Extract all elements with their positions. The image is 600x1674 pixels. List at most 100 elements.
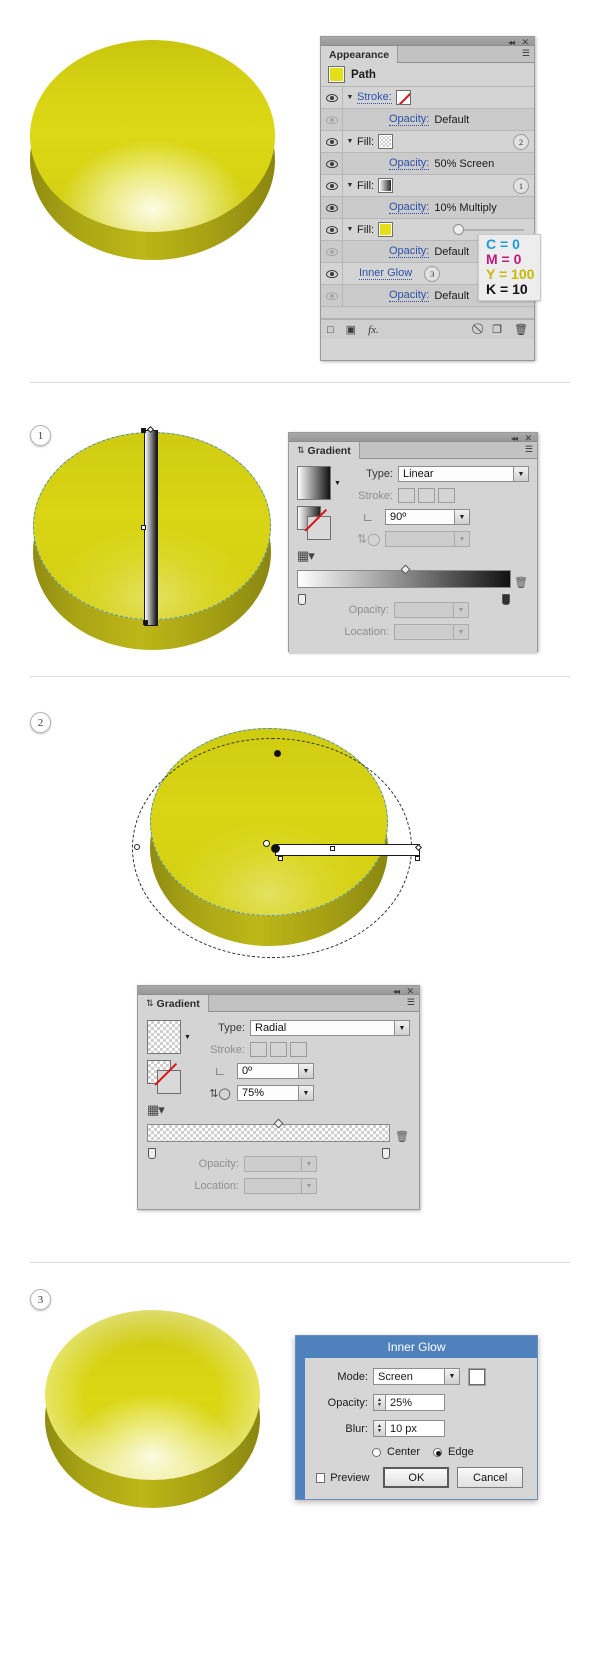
- appearance-panel[interactable]: ◂◂ ✕ Appearance ☰ Path ▼ Stroke: Opacity…: [320, 36, 535, 361]
- visibility-toggle-inner-glow[interactable]: [321, 263, 343, 284]
- add-new-effect-icon[interactable]: fx.: [368, 324, 379, 336]
- gradient-slider[interactable]: 🗑: [297, 564, 529, 605]
- radial-focus-handle[interactable]: [263, 840, 270, 847]
- type-select[interactable]: Linear: [398, 466, 514, 482]
- visibility-toggle-fill-1[interactable]: [321, 175, 343, 196]
- appearance-row-fill-2-opacity[interactable]: Opacity: 50% Screen: [321, 153, 534, 175]
- opacity-slider-track[interactable]: [458, 229, 524, 231]
- panel-tab-bar[interactable]: Appearance ☰: [321, 46, 534, 63]
- type-dropdown-arrow[interactable]: ▼: [395, 1020, 410, 1036]
- gradient-slider[interactable]: 🗑: [147, 1118, 410, 1159]
- gradient-annotator-bar[interactable]: [144, 430, 158, 626]
- stroke-label[interactable]: Stroke:: [357, 91, 392, 104]
- stroke-proxy[interactable]: [307, 516, 331, 540]
- opacity-label[interactable]: Opacity:: [389, 245, 430, 258]
- gradient-origin-handle[interactable]: [141, 428, 146, 433]
- angle-dropdown-arrow[interactable]: ▼: [455, 509, 470, 525]
- panel-grip[interactable]: ◂◂ ✕: [138, 986, 419, 996]
- angle-dropdown-arrow[interactable]: ▼: [299, 1063, 314, 1079]
- disclosure-triangle-fill-1[interactable]: ▼: [343, 182, 357, 189]
- gradient-start-handle[interactable]: [143, 620, 148, 625]
- fill-1-swatch[interactable]: [378, 178, 394, 193]
- add-new-fill-icon[interactable]: ▣: [346, 323, 356, 336]
- opacity-input[interactable]: 25%: [385, 1394, 445, 1411]
- appearance-row-fill-2[interactable]: ▼ Fill: 2: [321, 131, 534, 153]
- aspect-input[interactable]: 75%: [237, 1085, 299, 1101]
- chevron-down-icon[interactable]: ▼: [334, 480, 341, 487]
- mode-row[interactable]: Mode: Screen ▼: [316, 1368, 523, 1385]
- type-dropdown-arrow[interactable]: ▼: [514, 466, 529, 482]
- appearance-header-path[interactable]: Path: [321, 63, 534, 87]
- gradient-aspect-row[interactable]: ⇅◯ 75% ▼: [209, 1085, 410, 1101]
- glow-color-swatch[interactable]: [469, 1368, 485, 1385]
- inner-glow-label[interactable]: Inner Glow: [359, 267, 413, 280]
- stroke-type-across-icon[interactable]: [290, 1042, 307, 1057]
- angle-input[interactable]: 0º: [237, 1063, 299, 1079]
- gradient-angle-row[interactable]: ∟ 0º ▼: [209, 1063, 410, 1079]
- mode-select[interactable]: Screen: [373, 1368, 445, 1385]
- radial-left-handle[interactable]: [134, 844, 140, 850]
- gradient-preview-thumbnail[interactable]: [147, 1020, 181, 1054]
- disclosure-triangle-fill-2[interactable]: ▼: [343, 138, 357, 145]
- delete-item-icon[interactable]: 🗑: [514, 323, 528, 336]
- gradient-panel-radial[interactable]: ◂◂ ✕ ⇅ Gradient ☰ ▼ ▦▾ Type: Radial ▼ St…: [137, 985, 420, 1210]
- stroke-type-within-icon[interactable]: [398, 488, 415, 503]
- opacity-label[interactable]: Opacity:: [389, 113, 430, 126]
- radial-midpoint-handle[interactable]: [330, 846, 335, 851]
- aspect-dropdown-arrow[interactable]: ▼: [299, 1085, 314, 1101]
- gradient-stop-start[interactable]: [298, 594, 306, 605]
- appearance-row-fill-1[interactable]: ▼ Fill: 1: [321, 175, 534, 197]
- stroke-proxy[interactable]: [157, 1070, 181, 1094]
- gradient-body[interactable]: ▼ ▦▾ Type: Linear ▼ Stroke: ∟ 90º ▼ ⇅◯ ▼…: [289, 459, 537, 654]
- add-new-stroke-icon[interactable]: □: [327, 324, 334, 336]
- visibility-toggle-fill-2[interactable]: [321, 131, 343, 152]
- opacity-label[interactable]: Opacity:: [389, 289, 430, 302]
- opacity-label[interactable]: Opacity:: [389, 157, 430, 170]
- blur-input[interactable]: 10 px: [385, 1420, 445, 1437]
- stroke-swatch-none[interactable]: [395, 90, 411, 105]
- disclosure-triangle-fill-base[interactable]: ▼: [343, 226, 357, 233]
- stepper-down-icon[interactable]: ▼: [377, 1428, 382, 1434]
- visibility-toggle-stroke-opacity[interactable]: [321, 109, 343, 130]
- dialog-actions[interactable]: Preview OK Cancel: [316, 1467, 523, 1488]
- delete-stop-icon[interactable]: 🗑: [395, 1130, 409, 1143]
- chevron-down-icon[interactable]: ▼: [184, 1034, 191, 1041]
- dialog-body[interactable]: Mode: Screen ▼ Opacity: ▲ ▼ 25% Blur: ▲ ▼ …: [296, 1358, 537, 1500]
- gradient-type-row[interactable]: Type: Radial ▼: [209, 1020, 410, 1036]
- stroke-type-within-icon[interactable]: [250, 1042, 267, 1057]
- fill-stroke-proxy[interactable]: [297, 506, 339, 542]
- tab-gradient[interactable]: ⇅ Gradient: [289, 442, 360, 459]
- panel-tab-bar[interactable]: ⇅ Gradient ☰: [289, 442, 537, 459]
- panel-menu-icon[interactable]: ☰: [522, 49, 530, 58]
- opacity-row[interactable]: Opacity: ▲ ▼ 25%: [316, 1394, 523, 1411]
- mode-dropdown-arrow[interactable]: ▼: [445, 1368, 460, 1385]
- edge-radio[interactable]: [433, 1447, 443, 1457]
- visibility-toggle-fill-base-opacity[interactable]: [321, 241, 343, 262]
- gradient-preview-thumbnail[interactable]: [297, 466, 331, 500]
- panel-menu-icon[interactable]: ☰: [407, 998, 415, 1007]
- ok-button[interactable]: OK: [383, 1467, 450, 1488]
- panel-grip[interactable]: ◂◂ ✕: [321, 37, 534, 47]
- angle-input[interactable]: 90º: [385, 509, 455, 525]
- panel-menu-icon[interactable]: ☰: [525, 445, 533, 454]
- gradient-body[interactable]: ▼ ▦▾ Type: Radial ▼ Stroke: ∟ 0º ▼ ⇅◯ 75…: [138, 1012, 419, 1209]
- preview-checkbox[interactable]: [316, 1472, 326, 1483]
- gradient-ramp[interactable]: [147, 1124, 390, 1142]
- fill-base-swatch[interactable]: [378, 222, 394, 237]
- delete-stop-icon[interactable]: 🗑: [514, 576, 528, 589]
- tab-appearance[interactable]: Appearance: [321, 46, 399, 63]
- gradient-stop-end[interactable]: [382, 1148, 390, 1159]
- opacity-slider-knob[interactable]: [453, 224, 464, 235]
- appearance-row-stroke-opacity[interactable]: Opacity: Default: [321, 109, 534, 131]
- cancel-button[interactable]: Cancel: [457, 1467, 523, 1488]
- visibility-toggle-fill-base[interactable]: [321, 219, 343, 240]
- appearance-panel-footer[interactable]: □ ▣ fx. ⃠ ❐ 🗑: [321, 319, 534, 339]
- visibility-toggle-inner-glow-opacity[interactable]: [321, 285, 343, 306]
- reverse-gradient-icon[interactable]: ▦▾: [297, 548, 353, 564]
- tab-gradient[interactable]: ⇅ Gradient: [138, 995, 209, 1012]
- blur-row[interactable]: Blur: ▲ ▼ 10 px: [316, 1420, 523, 1437]
- center-radio[interactable]: [372, 1447, 381, 1457]
- radial-top-handle[interactable]: [274, 750, 281, 757]
- fill-stroke-proxy[interactable]: [147, 1060, 189, 1096]
- appearance-row-stroke[interactable]: ▼ Stroke:: [321, 87, 534, 109]
